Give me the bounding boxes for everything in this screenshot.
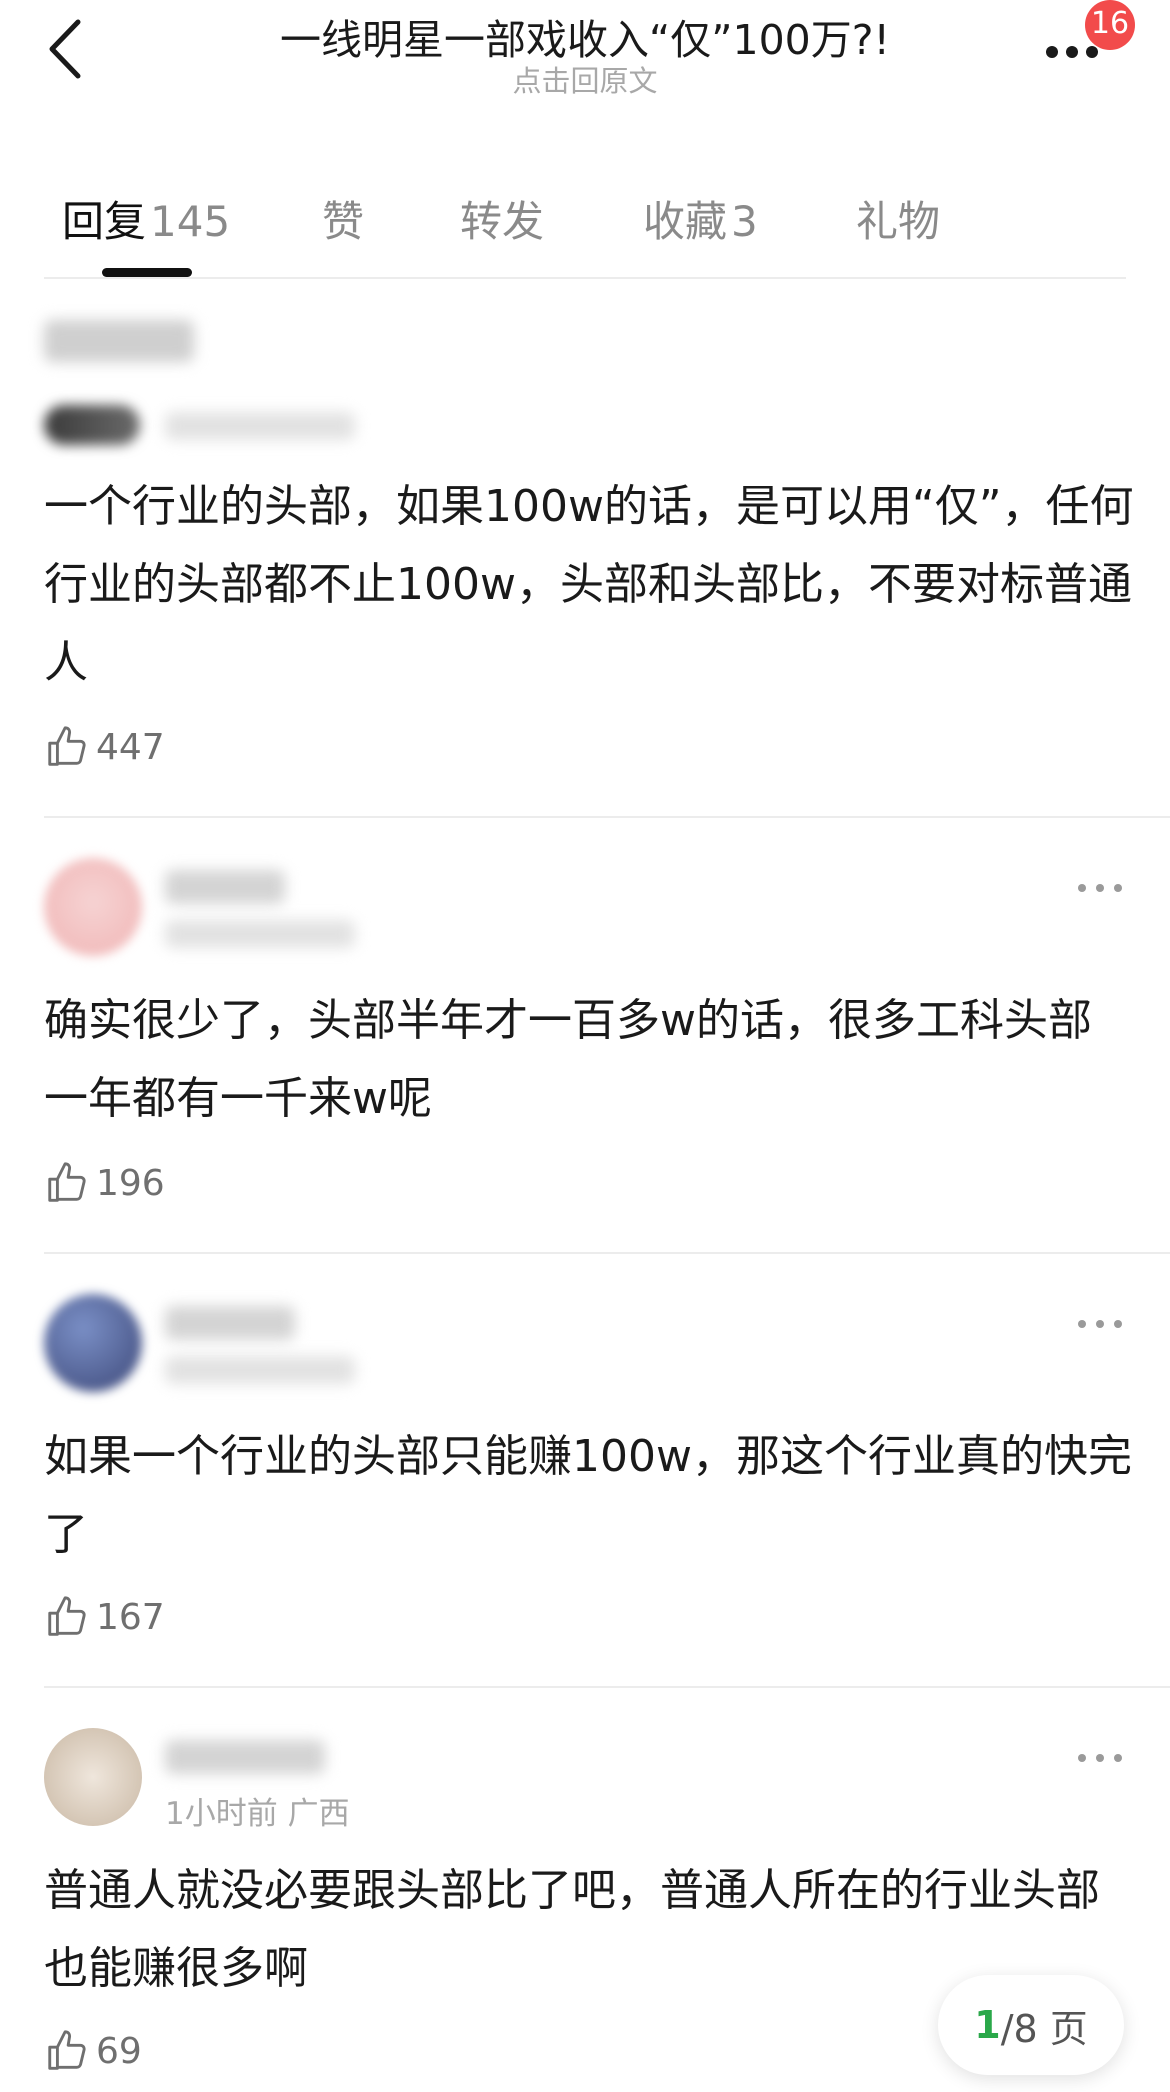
like-count: 447 [96,726,165,768]
comment-text: 如果一个行业的头部只能赚100w，那这个行业真的快完了 [44,1431,1132,1560]
total-pages: /8 页 [1000,2006,1088,2051]
tab-label: 收藏 [643,197,728,246]
tab-likes[interactable]: 赞 [322,188,364,249]
top-bar: 一线明星一部戏收入“仅”100万?! 点击回原文 16 [0,0,1170,110]
like-button[interactable]: 167 [44,1592,165,1642]
divider [44,816,1170,818]
like-button[interactable]: 447 [44,722,165,772]
tab-gifts[interactable]: 礼物 [856,188,940,249]
thumbs-up-icon [48,1596,86,1636]
thumbs-up-icon [48,2030,86,2070]
divider [44,1252,1170,1254]
like-count: 167 [96,1596,165,1638]
comment-meta-blurred [165,920,355,948]
current-page: 1 [974,2003,1001,2047]
avatar[interactable] [44,1294,142,1392]
like-count: 69 [96,2030,142,2072]
comment-more-button[interactable] [1078,1750,1122,1766]
back-button[interactable] [40,14,90,84]
thumbs-up-icon [48,726,86,766]
chevron-left-icon [49,19,81,79]
tab-label: 赞 [322,197,365,246]
like-button[interactable]: 69 [44,2026,142,2076]
avatar[interactable] [44,405,140,445]
like-button[interactable]: 196 [44,1158,165,1208]
notification-badge: 16 [1085,0,1135,50]
comment-text: 确实很少了，头部半年才一百多w的话，很多工科头部一年都有一千来w呢 [44,995,1092,1124]
tab-favorites[interactable]: 收藏3 [643,188,758,249]
tab-bar: 回复145 赞 转发 收藏3 礼物 [0,170,1170,279]
comment-more-button[interactable] [1078,880,1122,896]
tab-divider [44,277,1126,279]
tab-label: 礼物 [856,197,941,246]
comment-meta-blurred [165,1356,355,1384]
comment-text: 一个行业的头部，如果100w的话，是可以用“仅”，任何行业的头部都不止100w，… [44,481,1134,688]
username-blurred[interactable] [165,1740,325,1774]
section-heading-blurred [44,320,194,362]
comment-meta: 1小时前 广西 [165,1796,350,1832]
tab-reposts[interactable]: 转发 [460,188,544,249]
avatar[interactable] [44,1728,142,1826]
active-tab-indicator [102,268,192,277]
tab-count: 3 [731,197,758,246]
comment-more-button[interactable] [1078,1316,1122,1332]
thumbs-up-icon [48,1162,86,1202]
tab-count: 145 [150,197,231,246]
username-blurred[interactable] [165,1306,295,1340]
like-count: 196 [96,1162,165,1204]
page-title: 一线明星一部戏收入“仅”100万?! [280,16,890,64]
tab-replies[interactable]: 回复145 [62,188,230,249]
tab-label: 转发 [460,197,545,246]
username-blurred[interactable] [165,870,285,904]
divider [44,1686,1170,1688]
page-indicator[interactable]: 1/8 页 [938,1975,1124,2075]
avatar[interactable] [44,858,142,956]
tab-label: 回复 [62,197,147,246]
comment-meta-blurred [165,412,355,440]
back-to-article-link[interactable]: 点击回原文 [150,58,1020,100]
